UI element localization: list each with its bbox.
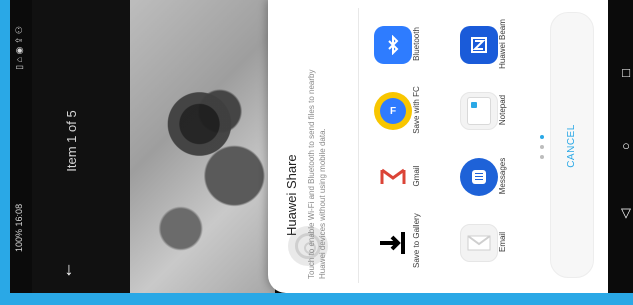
notepad-icon <box>460 92 498 130</box>
fc-icon: F <box>374 92 412 130</box>
cancel-button[interactable]: CANCEL <box>550 12 594 278</box>
phone-screen: ▯ ⌂ ◉ ⇪ ⚇ 100% 16:08 Item 1 of 5 ↓ Huawe… <box>10 0 633 293</box>
share-target-label: Bluetooth <box>412 27 421 61</box>
save-to-gallery-icon <box>374 224 412 262</box>
recent-apps-icon[interactable]: □ <box>618 64 633 80</box>
huawei-beam-icon <box>460 26 498 64</box>
share-target-label: Notepad <box>498 94 507 126</box>
page-dot-active <box>540 135 544 139</box>
navigation-bar: □ ○ ▽ <box>608 0 633 293</box>
back-icon[interactable]: ▽ <box>618 205 633 221</box>
photo-preview <box>130 0 275 293</box>
status-bar: ▯ ⌂ ◉ ⇪ ⚇ 100% 16:08 <box>10 0 32 293</box>
home-icon[interactable]: ○ <box>618 137 633 153</box>
background-accent-bar <box>0 293 633 305</box>
share-target-label: Gmail <box>412 165 421 187</box>
share-target-save-to-gallery[interactable]: Save to Gallery <box>374 213 464 272</box>
back-arrow-icon[interactable]: ↓ <box>56 256 82 282</box>
cancel-button-label: CANCEL <box>566 124 577 168</box>
photo-viewer-toolbar: Item 1 of 5 ↓ <box>32 0 130 293</box>
share-sheet: Huawei Share Touch to enable Wi-Fi and B… <box>268 0 608 293</box>
share-target-huawei-beam[interactable]: Huawei Beam <box>460 16 550 74</box>
share-target-label: Save with FC <box>412 86 421 134</box>
share-target-label: Save to Gallery <box>412 213 421 268</box>
share-target-label: Email <box>498 232 507 253</box>
item-count-label: Item 1 of 5 <box>64 110 79 172</box>
huawei-share-description: Touch to enable Wi-Fi and Bluetooth to s… <box>307 69 327 279</box>
share-target-notepad[interactable]: Notepad <box>460 82 550 140</box>
bluetooth-icon <box>374 26 412 64</box>
status-time: 100% 16:08 <box>14 203 24 252</box>
share-target-gmail[interactable]: Gmail <box>374 148 464 206</box>
share-target-email[interactable]: Email <box>460 214 550 272</box>
email-icon <box>460 224 498 262</box>
messages-icon <box>460 158 498 196</box>
share-target-label: Huawei Beam <box>498 19 507 69</box>
page-indicator <box>538 135 546 159</box>
page-dot <box>540 155 544 159</box>
gmail-icon <box>374 158 412 196</box>
share-target-fc[interactable]: F Save with FC <box>374 82 464 140</box>
share-target-messages[interactable]: Messages <box>460 148 550 206</box>
sheet-divider <box>358 8 359 283</box>
page-dot <box>540 145 544 149</box>
photo-crack-detail <box>150 70 260 190</box>
huawei-share-title: Huawei Share <box>284 154 299 236</box>
share-target-label: Messages <box>498 157 507 195</box>
share-target-bluetooth[interactable]: Bluetooth <box>374 16 464 74</box>
